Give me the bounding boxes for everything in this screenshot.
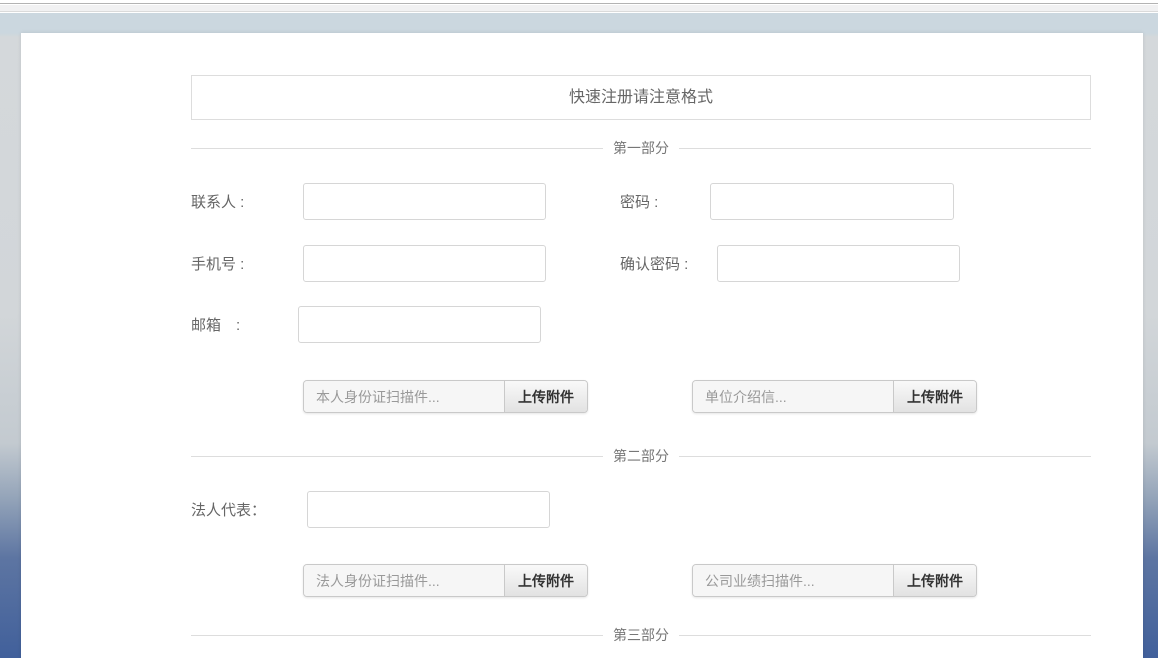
upload-legal-id-scan-button[interactable]: 上传附件 — [504, 565, 587, 596]
form-row-legal-rep: 法人代表： — [191, 491, 1091, 528]
browser-chrome-top-strip — [0, 0, 1158, 4]
upload-legal-id-scan-filename: 法人身份证扫描件... — [304, 565, 504, 596]
section-title: 第三部分 — [603, 627, 679, 643]
upload-intro-letter[interactable]: 单位介绍信... 上传附件 — [692, 380, 977, 413]
upload-id-scan-filename: 本人身份证扫描件... — [304, 381, 504, 412]
section-divider-part3: 第三部分 — [191, 627, 1091, 643]
notice-banner: 快速注册请注意格式 — [191, 75, 1091, 120]
confirm-password-input[interactable] — [717, 245, 960, 282]
phone-label: 手机号 : — [191, 253, 303, 274]
notice-text: 快速注册请注意格式 — [569, 89, 713, 106]
upload-id-scan-button[interactable]: 上传附件 — [504, 381, 587, 412]
contact-input[interactable] — [303, 183, 546, 220]
registration-form: 快速注册请注意格式 第一部分 联系人 : 密码 : 手机号 : 确认密码 : 邮… — [191, 75, 1091, 643]
legal-rep-input[interactable] — [307, 491, 550, 528]
section-divider-part1: 第一部分 — [191, 140, 1091, 156]
section-divider-part2: 第二部分 — [191, 448, 1091, 464]
email-label: 邮箱 : — [191, 314, 298, 335]
password-label: 密码 : — [620, 191, 710, 212]
content-card: 快速注册请注意格式 第一部分 联系人 : 密码 : 手机号 : 确认密码 : 邮… — [21, 33, 1143, 658]
upload-intro-letter-button[interactable]: 上传附件 — [893, 381, 976, 412]
upload-legal-id-scan[interactable]: 法人身份证扫描件... 上传附件 — [303, 564, 588, 597]
contact-label: 联系人 : — [191, 191, 303, 212]
upload-row-part2: 法人身份证扫描件... 上传附件 公司业绩扫描件... 上传附件 — [191, 564, 1091, 597]
upload-company-performance[interactable]: 公司业绩扫描件... 上传附件 — [692, 564, 977, 597]
section-title: 第二部分 — [603, 448, 679, 464]
email-input[interactable] — [298, 306, 541, 343]
form-row-contact-password: 联系人 : 密码 : — [191, 183, 1091, 220]
upload-intro-letter-filename: 单位介绍信... — [693, 381, 893, 412]
upload-company-performance-filename: 公司业绩扫描件... — [693, 565, 893, 596]
upload-company-performance-button[interactable]: 上传附件 — [893, 565, 976, 596]
browser-chrome-bottom-strip — [0, 5, 1158, 12]
form-row-email: 邮箱 : — [191, 306, 1091, 343]
confirm-password-label: 确认密码 : — [620, 253, 717, 274]
legal-rep-label: 法人代表： — [191, 499, 307, 520]
upload-row-part1: 本人身份证扫描件... 上传附件 单位介绍信... 上传附件 — [191, 380, 1091, 413]
upload-id-scan[interactable]: 本人身份证扫描件... 上传附件 — [303, 380, 588, 413]
section-title: 第一部分 — [603, 140, 679, 156]
phone-input[interactable] — [303, 245, 546, 282]
password-input[interactable] — [710, 183, 954, 220]
form-row-phone-confirm: 手机号 : 确认密码 : — [191, 245, 1091, 282]
